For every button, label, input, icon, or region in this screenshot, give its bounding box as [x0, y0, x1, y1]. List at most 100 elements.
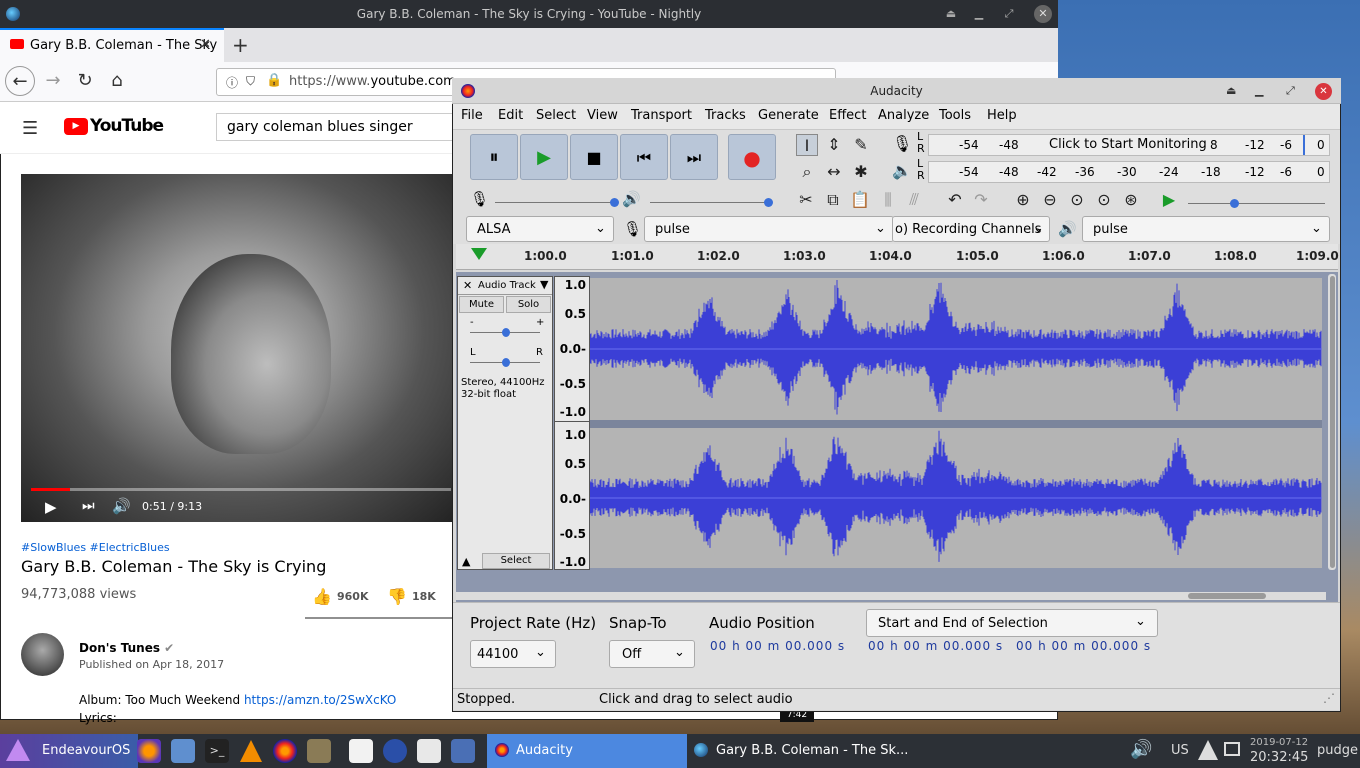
zoom-tool-icon[interactable]: ⌕	[796, 161, 818, 183]
silence-icon[interactable]: ⫻	[903, 189, 925, 211]
clock-time[interactable]: 20:32:45	[1250, 750, 1308, 765]
like-icon[interactable]: 👍	[312, 587, 332, 606]
fit-project-icon[interactable]: ⊙	[1093, 189, 1115, 211]
maximize-icon[interactable]: ⤢	[996, 0, 1022, 28]
calculator-launcher-icon[interactable]	[451, 739, 475, 763]
playback-volume-thumb[interactable]	[764, 198, 773, 207]
minimize-icon[interactable]: ▁	[1255, 84, 1263, 97]
tab-close-icon[interactable]: ✕	[200, 37, 211, 52]
selection-end-field[interactable]: 00 h 00 m 00.000 s	[1016, 639, 1158, 659]
envelope-tool-icon[interactable]: ⇕	[823, 134, 845, 156]
channel-name[interactable]: Don's Tunes ✔	[79, 641, 174, 655]
playback-meter-icon[interactable]: 🔈	[892, 161, 912, 180]
play-icon[interactable]: ▶	[45, 498, 57, 516]
skip-end-button[interactable]: ⏭	[670, 134, 718, 180]
snap-to-select[interactable]: Off ⌄	[609, 640, 695, 668]
menu-effect[interactable]: Effect	[829, 108, 866, 123]
record-meter[interactable]: -54 -48 Click to Start Monitoring 8 -12 …	[928, 134, 1330, 156]
start-menu-label[interactable]: EndeavourOS	[42, 734, 130, 768]
trim-icon[interactable]: ⫼	[877, 189, 899, 211]
firefox-launcher-icon[interactable]	[137, 739, 161, 763]
host-select[interactable]: ALSA ⌄	[466, 216, 614, 242]
maximize-icon[interactable]: ⤢	[1286, 84, 1295, 98]
audacity-titlebar[interactable]: Audacity	[452, 78, 1341, 104]
back-icon[interactable]: ←	[5, 66, 35, 96]
vertical-scroll-thumb[interactable]	[1330, 276, 1335, 568]
record-meter-icon[interactable]: 🎙	[892, 134, 912, 153]
play-head-icon[interactable]	[471, 248, 487, 260]
video-progress-track[interactable]	[31, 488, 451, 491]
info-icon[interactable]: ⓘ	[226, 74, 238, 91]
selection-start-field[interactable]: 00 h 00 m 00.000 s	[868, 639, 1010, 659]
record-button[interactable]: ●	[728, 134, 776, 180]
timeshift-tool-icon[interactable]: ↔	[823, 161, 845, 183]
menu-view[interactable]: View	[587, 108, 618, 123]
zoom-in-icon[interactable]: ⊕	[1012, 189, 1034, 211]
home-icon[interactable]: ⌂	[102, 66, 132, 96]
youtube-logo-icon[interactable]: ▶	[64, 118, 88, 135]
recording-channels-select[interactable]: o) Recording Channels ⌄	[892, 216, 1050, 242]
text-editor-launcher-icon[interactable]	[417, 739, 441, 763]
cut-icon[interactable]: ✂	[795, 189, 817, 211]
notifications-tray-icon[interactable]	[1224, 742, 1240, 756]
pause-button[interactable]: ⏸	[470, 134, 518, 180]
project-rate-select[interactable]: 44100 ⌄	[470, 640, 556, 668]
pan-thumb[interactable]	[502, 358, 510, 367]
paste-icon[interactable]: 📋	[849, 189, 871, 211]
reload-icon[interactable]: ↻	[70, 66, 100, 96]
track-menu-icon[interactable]: ▼	[540, 278, 548, 291]
dislike-icon[interactable]: 👎	[387, 587, 407, 606]
clock-date[interactable]: 2019-07-12	[1250, 737, 1308, 748]
play-at-speed-icon[interactable]: ▶	[1158, 189, 1180, 211]
mute-button[interactable]: Mute	[459, 296, 504, 313]
play-speed-slider[interactable]	[1188, 203, 1325, 204]
redo-icon[interactable]: ↷	[970, 189, 992, 211]
firefox-titlebar[interactable]: Gary B.B. Coleman - The Sky is Crying - …	[0, 0, 1058, 28]
volume-tray-icon[interactable]: 🔊	[1130, 739, 1152, 760]
menu-tracks[interactable]: Tracks	[705, 108, 746, 123]
vlc-launcher-icon[interactable]	[240, 740, 262, 762]
menu-tools[interactable]: Tools	[939, 108, 971, 123]
keyboard-layout[interactable]: US	[1171, 734, 1189, 768]
close-window-icon[interactable]: ✕	[1034, 5, 1052, 23]
solo-button[interactable]: Solo	[506, 296, 551, 313]
audacity-launcher-icon[interactable]	[273, 739, 297, 763]
minimize-icon[interactable]: ▁	[966, 0, 992, 28]
tab-youtube[interactable]: Gary B.B. Coleman - The Sky	[0, 28, 224, 62]
hashtags[interactable]: #SlowBlues #ElectricBlues	[21, 541, 170, 554]
zoom-out-icon[interactable]: ⊖	[1039, 189, 1061, 211]
selection-tool-icon[interactable]: I	[796, 134, 818, 156]
menu-transport[interactable]: Transport	[631, 108, 692, 123]
user-name[interactable]: pudge	[1317, 734, 1358, 768]
channel-avatar[interactable]	[21, 633, 64, 676]
menu-file[interactable]: File	[461, 108, 483, 123]
multi-tool-icon[interactable]: ✱	[850, 161, 872, 183]
undo-icon[interactable]: ↶	[944, 189, 966, 211]
waveform-right-channel[interactable]	[589, 428, 1322, 568]
menu-analyze[interactable]: Analyze	[878, 108, 929, 123]
close-window-icon[interactable]: ✕	[1315, 83, 1332, 100]
gain-thumb[interactable]	[502, 328, 510, 337]
fit-selection-icon[interactable]: ⊙	[1066, 189, 1088, 211]
zoom-toggle-icon[interactable]: ⊛	[1120, 189, 1142, 211]
gimp-launcher-icon[interactable]	[307, 739, 331, 763]
waveform-left-channel[interactable]	[589, 278, 1322, 420]
shade-icon[interactable]: ⏏	[938, 0, 964, 28]
stop-button[interactable]: ■	[570, 134, 618, 180]
track-close-icon[interactable]: ✕	[463, 279, 472, 292]
shade-icon[interactable]: ⏏	[1226, 84, 1236, 97]
youtube-logo-text[interactable]: YouTube	[90, 116, 164, 136]
audio-position-field[interactable]: 00 h 00 m 00.000 s	[710, 639, 852, 659]
menu-generate[interactable]: Generate	[758, 108, 819, 123]
select-track-button[interactable]: Select	[482, 553, 550, 569]
forward-icon[interactable]: →	[38, 66, 68, 96]
files-launcher-icon[interactable]	[171, 739, 195, 763]
record-volume-thumb[interactable]	[610, 198, 619, 207]
update-tray-icon[interactable]	[1198, 740, 1218, 760]
recording-device-select[interactable]: pulse ⌄	[644, 216, 894, 242]
playback-device-select[interactable]: pulse ⌄	[1082, 216, 1330, 242]
start-monitoring-label[interactable]: Click to Start Monitoring	[1049, 137, 1207, 152]
new-tab-button[interactable]: +	[232, 33, 249, 57]
album-link[interactable]: https://amzn.to/2SwXcKO	[244, 693, 396, 707]
play-speed-thumb[interactable]	[1230, 199, 1239, 208]
